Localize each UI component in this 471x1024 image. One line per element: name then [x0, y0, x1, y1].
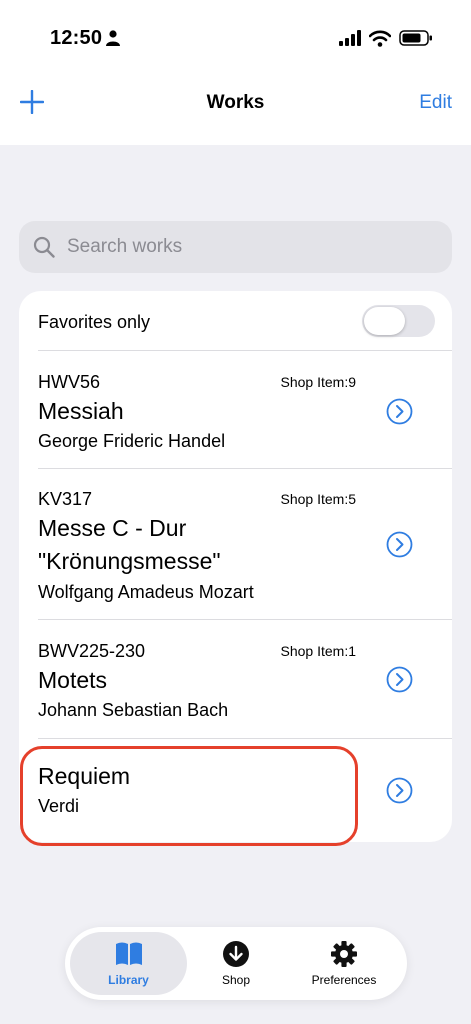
search-bar[interactable] — [19, 221, 452, 273]
status-icons — [339, 29, 433, 47]
search-icon — [33, 236, 55, 258]
search-input[interactable] — [65, 235, 409, 259]
chevron-right-circle-icon[interactable] — [386, 777, 413, 804]
tab-shop[interactable]: Shop — [181, 932, 291, 995]
person-icon — [106, 30, 120, 46]
work-title: Requiem — [38, 763, 131, 789]
work-row-motets[interactable]: BWV225-230 Shop Item:1 Motets Johann Seb… — [19, 620, 452, 738]
work-row-kronungsmesse[interactable]: KV317 Shop Item:5 Messe C - Dur "Krönung… — [19, 469, 452, 619]
book-icon — [115, 942, 142, 965]
work-title: Messe C - Dur "Krönungsmesse" — [38, 515, 221, 574]
toggle-knob — [364, 307, 405, 335]
tab-label: Library — [108, 973, 149, 987]
works-list: Favorites only HWV56 Shop Item:9 Messiah… — [19, 291, 452, 842]
work-composer: Wolfgang Amadeus Mozart — [38, 582, 254, 602]
favorites-toggle[interactable] — [362, 305, 435, 337]
battery-icon — [399, 30, 432, 46]
work-composer: Verdi — [38, 796, 80, 816]
favorites-label: Favorites only — [38, 312, 151, 332]
work-title: Motets — [38, 667, 108, 693]
chevron-right-circle-icon[interactable] — [386, 666, 413, 693]
shop-item-count: Shop Item:1 — [280, 643, 357, 659]
tab-label: Shop — [221, 973, 251, 987]
shop-item-count: Shop Item:9 — [280, 374, 357, 390]
work-title: Messiah — [38, 398, 124, 424]
work-row-messiah[interactable]: HWV56 Shop Item:9 Messiah George Frideri… — [19, 351, 452, 468]
edit-button[interactable]: Edit — [419, 92, 452, 114]
work-composer: George Frideric Handel — [38, 431, 226, 451]
work-catalog-number: BWV225-230 — [38, 641, 146, 661]
shop-item-count: Shop Item:5 — [280, 491, 357, 507]
tab-label: Preferences — [311, 973, 377, 987]
status-time: 12:50 — [50, 27, 103, 49]
tab-preferences[interactable]: Preferences — [289, 932, 399, 995]
top-bar: 12:50 Works Edit — [0, 0, 471, 145]
download-icon — [223, 941, 249, 967]
work-row-requiem[interactable]: Requiem Verdi — [19, 739, 452, 842]
work-composer: Johann Sebastian Bach — [38, 700, 229, 720]
chevron-right-circle-icon[interactable] — [386, 398, 413, 425]
tab-bar: Library Shop Preferences — [65, 927, 407, 1000]
work-catalog-number: KV317 — [38, 489, 93, 509]
cellular-signal-icon — [339, 30, 361, 46]
gear-icon — [331, 941, 357, 967]
chevron-right-circle-icon[interactable] — [386, 531, 413, 558]
tab-library[interactable]: Library — [70, 932, 187, 995]
wifi-icon — [369, 30, 391, 47]
page-title: Works — [206, 92, 265, 113]
work-catalog-number: HWV56 — [38, 372, 101, 392]
